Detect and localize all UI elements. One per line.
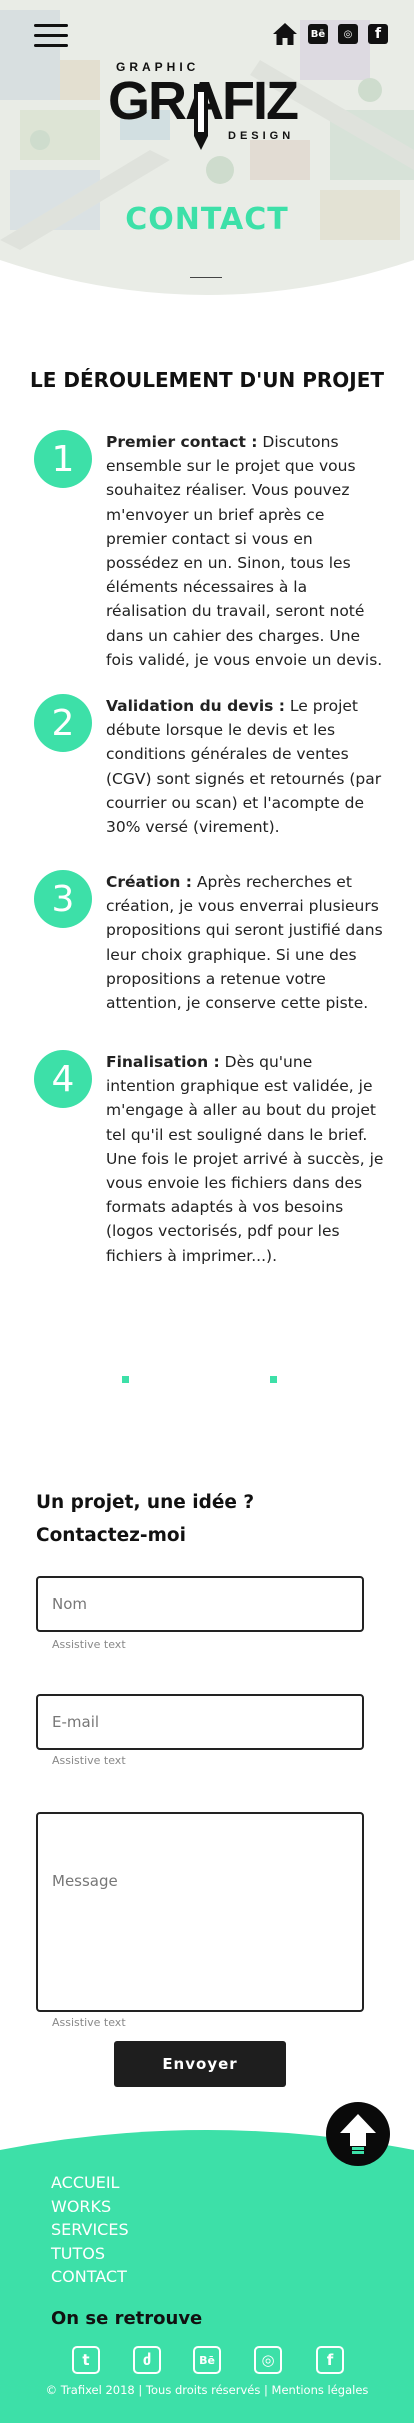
step-description: Création : Après recherches et création,… <box>106 870 386 1015</box>
step-body: Dès qu'une intention graphique est valid… <box>106 1053 384 1265</box>
facebook-icon[interactable]: f <box>316 2346 344 2374</box>
arrow-up-icon <box>340 2114 376 2154</box>
step-heading: Premier contact : <box>106 433 258 451</box>
home-icon[interactable] <box>272 22 298 46</box>
step-number-badge: 1 <box>34 430 92 488</box>
contact-heading-line1: Un projet, une idée ? <box>36 1492 255 1513</box>
footer-link-services[interactable]: SERVICES <box>51 2218 129 2242</box>
dribbble-icon[interactable]: ◎ <box>338 24 358 44</box>
name-assistive-text: Assistive text <box>52 1638 126 1651</box>
title-divider <box>190 277 222 278</box>
step-description: Validation du devis : Le projet débute l… <box>106 694 386 839</box>
page-title: CONTACT <box>125 202 289 237</box>
footer-link-works[interactable]: WORKS <box>51 2195 129 2219</box>
site-logo[interactable]: GRAPHIC GRAFIZ DESIGN <box>108 60 308 152</box>
email-assistive-text: Assistive text <box>52 1754 126 1767</box>
process-section-title: LE DÉROULEMENT D'UN PROJET <box>29 368 385 392</box>
step-body: Discutons ensemble sur le projet que vou… <box>106 433 383 669</box>
hero-wave-divider <box>0 260 414 310</box>
hamburger-menu-icon[interactable] <box>34 22 68 48</box>
facebook-icon[interactable]: f <box>368 24 388 44</box>
footer-link-contact[interactable]: CONTACT <box>51 2265 129 2289</box>
copyright-text: © Trafixel 2018 | Tous droits réservés |… <box>45 2383 369 2397</box>
scroll-to-top-button[interactable] <box>326 2102 390 2166</box>
logo-bottom-text: DESIGN <box>228 130 295 142</box>
hero-banner: Bē ◎ f GRAPHIC GRAFIZ DESIGN CONTACT <box>0 0 414 310</box>
header-social-links: Bē ◎ f <box>272 22 388 46</box>
dribbble-icon[interactable]: ◎ <box>254 2346 282 2374</box>
name-field[interactable] <box>38 1578 362 1630</box>
footer-social-heading: On se retrouve <box>51 2308 203 2329</box>
name-field-wrapper <box>36 1576 364 1632</box>
behance-icon[interactable]: Bē <box>193 2346 221 2374</box>
contact-heading: Un projet, une idée ? Contactez-moi <box>36 1486 254 1552</box>
step-heading: Validation du devis : <box>106 697 285 715</box>
submit-button[interactable]: Envoyer <box>114 2041 286 2087</box>
footer-navigation: ACCUEIL WORKS SERVICES TUTOS CONTACT <box>51 2171 129 2289</box>
deviantart-icon[interactable]: ძ <box>133 2346 161 2374</box>
step-number-badge: 3 <box>34 870 92 928</box>
step-body: Après recherches et création, je vous en… <box>106 873 383 1013</box>
footer-link-tutos[interactable]: TUTOS <box>51 2242 129 2266</box>
process-step: 1 Premier contact : Discutons ensemble s… <box>34 430 384 670</box>
message-field[interactable] <box>38 1814 362 2010</box>
email-field-wrapper <box>36 1694 364 1750</box>
step-description: Premier contact : Discutons ensemble sur… <box>106 430 386 672</box>
footer-link-accueil[interactable]: ACCUEIL <box>51 2171 129 2195</box>
email-field[interactable] <box>38 1696 362 1748</box>
step-heading: Création : <box>106 873 192 891</box>
step-body: Le projet débute lorsque le devis et les… <box>106 697 382 837</box>
decorative-dot <box>270 1376 277 1383</box>
step-description: Finalisation : Dès qu'une intention grap… <box>106 1050 386 1268</box>
behance-icon[interactable]: Bē <box>308 24 328 44</box>
process-step: 2 Validation du devis : Le projet débute… <box>34 694 384 836</box>
step-heading: Finalisation : <box>106 1053 220 1071</box>
step-number-badge: 2 <box>34 694 92 752</box>
step-number-badge: 4 <box>34 1050 92 1108</box>
message-assistive-text: Assistive text <box>52 2016 126 2029</box>
pencil-icon <box>194 84 208 150</box>
tumblr-icon[interactable]: t <box>72 2346 100 2374</box>
message-field-wrapper <box>36 1812 364 2012</box>
contact-heading-line2: Contactez-moi <box>36 1525 186 1546</box>
process-step: 3 Création : Après recherches et créatio… <box>34 870 384 1020</box>
decorative-dot <box>122 1376 129 1383</box>
process-step: 4 Finalisation : Dès qu'une intention gr… <box>34 1050 384 1270</box>
